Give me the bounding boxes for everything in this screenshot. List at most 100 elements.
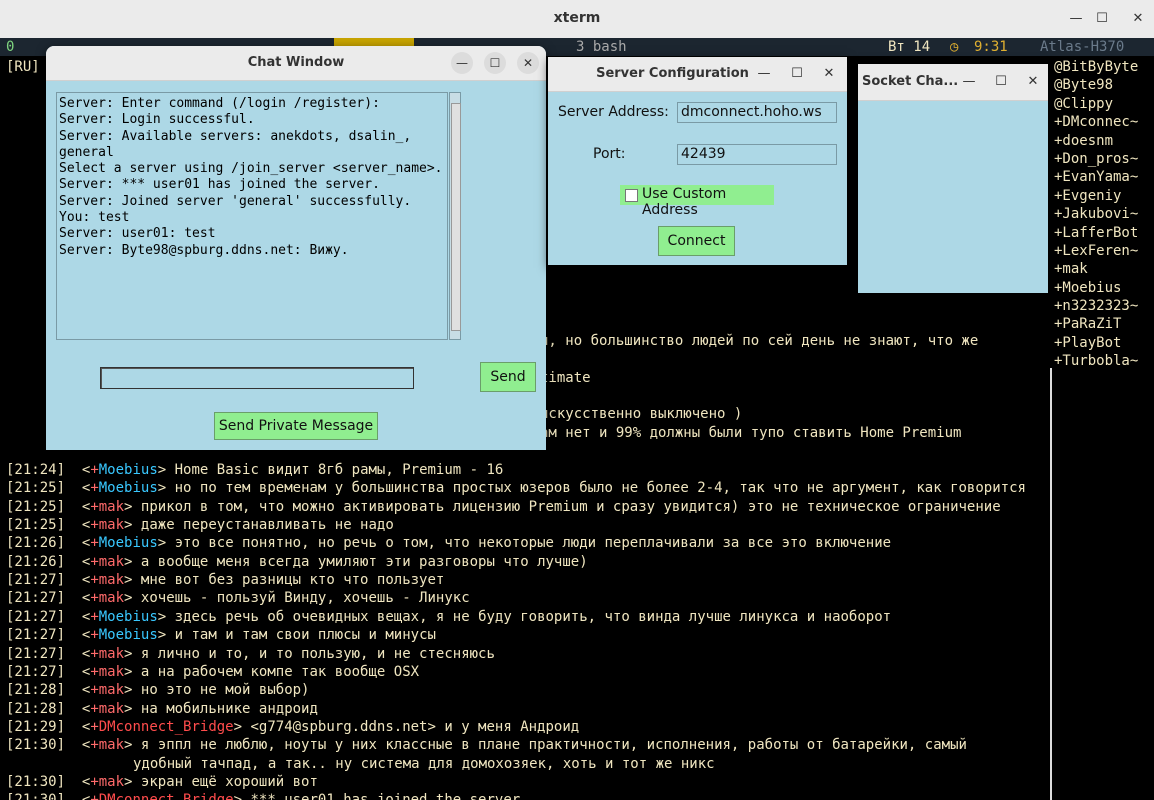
timestamp: [21:27] <box>6 590 66 607</box>
timestamp: [21:30] <box>6 737 66 754</box>
nick-bracket: < <box>65 608 91 625</box>
nick[interactable]: mak <box>99 554 124 570</box>
nick[interactable]: mak <box>99 682 124 698</box>
chat-log-line: [21:24] <+Moebius> Home Basic видит 8гб … <box>6 461 503 479</box>
nick[interactable]: mak <box>99 701 124 717</box>
nick-bracket: < <box>65 462 91 478</box>
nick-item[interactable]: @BitByByte <box>1054 58 1154 76</box>
timestamp: [21:26] <box>6 535 66 552</box>
fragment-line: timate <box>540 370 591 386</box>
chat-log-line: [21:27] <+Moebius> и там и там свои плюс… <box>6 626 436 644</box>
timestamp: [21:25] <box>6 498 66 515</box>
nick-item[interactable]: @Clippy <box>1054 95 1154 113</box>
voice-prefix: + <box>90 517 99 534</box>
nick-item[interactable]: +EvanYama~ <box>1054 168 1154 186</box>
maximize-icon[interactable]: ☐ <box>991 72 1011 92</box>
nick-bracket: < <box>65 645 91 662</box>
checkbox-box[interactable] <box>625 189 638 202</box>
socket-chat-titlebar: Socket Cha... — ☐ ✕ <box>858 64 1048 101</box>
voice-prefix: + <box>90 462 99 478</box>
nick-item[interactable]: +Jakubovi~ <box>1054 205 1154 223</box>
voice-prefix: + <box>90 498 99 515</box>
chat-message: Server: Login successful. <box>59 112 255 128</box>
nick[interactable]: mak <box>99 499 124 515</box>
close-icon[interactable]: ✕ <box>819 64 839 84</box>
message-text: это все понятно, но речь о том, что неко… <box>166 535 892 552</box>
nick-bracket: < <box>65 553 91 570</box>
nick-item[interactable]: +LafferBot <box>1054 224 1154 242</box>
nick-item[interactable]: @Byte98 <box>1054 76 1154 94</box>
nick-item[interactable]: +mak <box>1054 260 1154 278</box>
nick-item[interactable]: +Turbobla~ <box>1054 352 1154 370</box>
nick-bracket: > <box>157 462 167 478</box>
close-icon[interactable]: ✕ <box>1128 9 1148 29</box>
header-line: [RU] <box>6 59 40 75</box>
chat-log-line: удобный тачпад, а так.. ну система для д… <box>6 755 715 773</box>
message-text: *** user01 has joined the server. <box>242 792 528 800</box>
scrollbar-thumb[interactable] <box>451 103 461 331</box>
nick-bracket: > <box>157 627 167 644</box>
nick-item[interactable]: +DMconnec~ <box>1054 113 1154 131</box>
nick[interactable]: mak <box>99 517 124 533</box>
xterm-titlebar: xterm — ☐ ✕ <box>0 0 1154 39</box>
minimize-icon[interactable]: — <box>451 52 473 74</box>
nick[interactable]: Moebius <box>99 462 158 478</box>
chat-log-line: [21:27] <+mak> мне вот без разницы кто ч… <box>6 571 444 589</box>
maximize-icon[interactable]: ☐ <box>1092 9 1112 29</box>
chat-message: You: test <box>59 210 130 226</box>
nick-item[interactable]: +PlayBot <box>1054 334 1154 352</box>
maximize-icon[interactable]: ☐ <box>787 64 807 84</box>
nick-bracket: < <box>65 663 91 680</box>
voice-prefix: + <box>90 627 99 644</box>
nick[interactable]: Moebius <box>99 480 158 496</box>
nick-item[interactable]: +Moebius <box>1054 279 1154 297</box>
port-field[interactable]: 42439 <box>677 144 837 165</box>
nick[interactable]: mak <box>99 646 124 662</box>
message-input[interactable] <box>100 367 414 389</box>
maximize-icon[interactable]: ☐ <box>484 52 506 74</box>
nick[interactable]: Moebius <box>99 609 158 625</box>
close-icon[interactable]: ✕ <box>517 52 539 74</box>
nick-bracket: < <box>65 773 91 790</box>
nick-bracket: > <box>233 718 243 735</box>
send-button[interactable]: Send <box>480 362 536 392</box>
nick[interactable]: mak <box>99 590 124 606</box>
message-text: даже переустанавливать не надо <box>132 517 394 534</box>
timestamp: [21:27] <box>6 627 66 644</box>
message-text: я эппл не люблю, ноуты у них классные в … <box>132 737 967 754</box>
chat-scrollbar[interactable] <box>449 92 461 340</box>
close-icon[interactable]: ✕ <box>1023 72 1043 92</box>
chat-message: Server: Joined server 'general' successf… <box>59 193 412 209</box>
nick[interactable]: mak <box>99 774 124 790</box>
timestamp: [21:24] <box>6 462 66 478</box>
minimize-icon[interactable]: — <box>1066 9 1086 29</box>
nick[interactable]: DMconnect_Bridge <box>99 719 234 735</box>
server-address-field[interactable]: dmconnect.hoho.ws <box>677 102 837 123</box>
message-text: Home Basic видит 8гб рамы, Premium - 16 <box>166 462 504 478</box>
nick[interactable]: Moebius <box>99 535 158 551</box>
timestamp: [21:27] <box>6 608 66 625</box>
nick-item[interactable]: +PaRaZiT <box>1054 315 1154 333</box>
nick-bracket: < <box>65 682 91 699</box>
nick[interactable]: mak <box>99 737 124 753</box>
chat-log-line: [21:25] <+Moebius> но по тем временам у … <box>6 479 1026 497</box>
nick[interactable]: DMconnect_Bridge <box>99 792 234 800</box>
nick-item[interactable]: +doesnm <box>1054 132 1154 150</box>
nick-item[interactable]: +n3232323~ <box>1054 297 1154 315</box>
use-custom-address-checkbox[interactable]: Use Custom Address <box>620 185 774 218</box>
timestamp: [21:25] <box>6 517 66 534</box>
nick-item[interactable]: +Don_pros~ <box>1054 150 1154 168</box>
chat-messages[interactable]: Server: Enter command (/login /register)… <box>56 92 448 340</box>
nick-item[interactable]: +LexFeren~ <box>1054 242 1154 260</box>
nick[interactable]: mak <box>99 664 124 680</box>
nick-bracket: < <box>65 718 91 735</box>
connect-button[interactable]: Connect <box>658 226 735 256</box>
minimize-icon[interactable]: — <box>754 64 774 84</box>
nick[interactable]: Moebius <box>99 627 158 643</box>
nick-item[interactable]: +Evgeniy <box>1054 187 1154 205</box>
nick-list[interactable]: @BitByByte @Byte98 @Clippy +DMconnec~ +doesn… <box>1054 58 1154 371</box>
message-text: <g774@spburg.ddns.net> и у меня Андроид <box>242 718 580 735</box>
nick[interactable]: mak <box>99 572 124 588</box>
send-private-message-button[interactable]: Send Private Message <box>214 412 378 440</box>
minimize-icon[interactable]: — <box>959 72 979 92</box>
